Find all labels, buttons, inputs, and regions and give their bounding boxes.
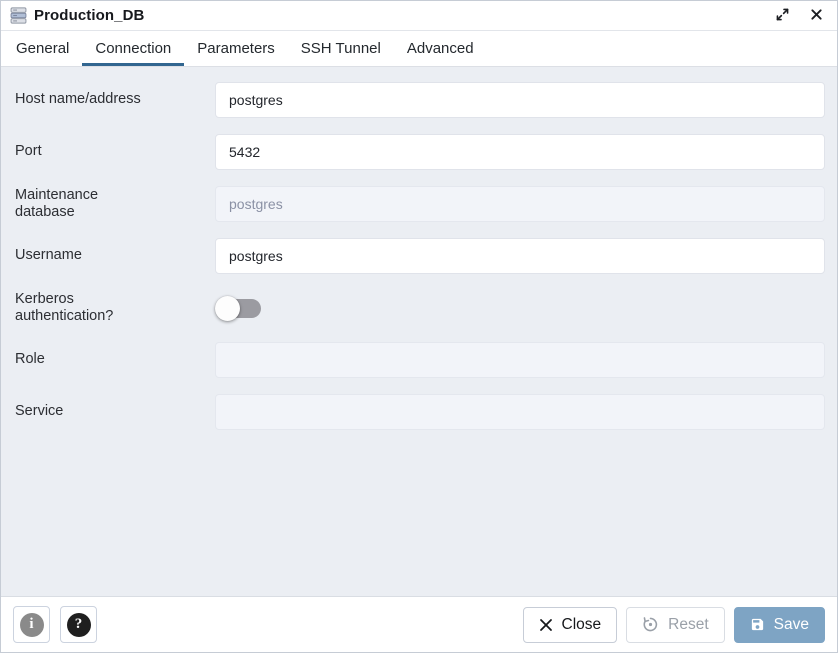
- role-label: Role: [15, 351, 215, 368]
- close-button-label: Close: [562, 616, 602, 634]
- title-bar: Production_DB: [1, 1, 837, 31]
- tab-connection[interactable]: Connection: [82, 31, 184, 66]
- tab-parameters[interactable]: Parameters: [184, 31, 288, 66]
- dialog-title: Production_DB: [34, 7, 773, 24]
- form-row-maintenance-db: Maintenance database: [15, 186, 825, 222]
- info-button[interactable]: i: [13, 606, 50, 643]
- info-icon: i: [20, 613, 44, 637]
- host-label: Host name/address: [15, 91, 215, 108]
- expand-button[interactable]: [773, 5, 792, 27]
- save-button[interactable]: Save: [734, 607, 825, 643]
- dialog-footer: i ? Close: [1, 596, 837, 652]
- footer-left: i ?: [13, 606, 97, 643]
- form-row-port: Port: [15, 134, 825, 170]
- tab-ssh-tunnel[interactable]: SSH Tunnel: [288, 31, 394, 66]
- port-label: Port: [15, 143, 215, 160]
- save-icon: [750, 617, 765, 632]
- form-row-username: Username: [15, 238, 825, 274]
- port-input[interactable]: [215, 134, 825, 170]
- close-x-icon: [539, 618, 553, 632]
- username-input[interactable]: [215, 238, 825, 274]
- connection-form: Host name/address Port Maintenance datab…: [1, 67, 837, 596]
- reset-button-label: Reset: [668, 616, 709, 634]
- save-button-label: Save: [774, 616, 809, 634]
- host-input[interactable]: [215, 82, 825, 118]
- help-icon: ?: [67, 613, 91, 637]
- service-label: Service: [15, 403, 215, 420]
- maintenance-db-input: [215, 186, 825, 222]
- tab-advanced[interactable]: Advanced: [394, 31, 487, 66]
- role-input[interactable]: [215, 342, 825, 378]
- form-row-role: Role: [15, 342, 825, 378]
- reset-button[interactable]: Reset: [626, 607, 725, 643]
- toggle-knob: [215, 296, 240, 321]
- username-label: Username: [15, 247, 215, 264]
- connection-dialog: Production_DB General Con: [0, 0, 838, 653]
- close-icon: [810, 8, 823, 24]
- close-window-button[interactable]: [808, 6, 825, 26]
- kerberos-label: Kerberos authentication?: [15, 291, 215, 325]
- window-controls: [773, 5, 825, 27]
- kerberos-toggle[interactable]: [215, 296, 261, 321]
- tab-bar: General Connection Parameters SSH Tunnel…: [1, 31, 837, 67]
- form-row-host: Host name/address: [15, 82, 825, 118]
- server-stack-icon: [10, 7, 27, 24]
- tab-general[interactable]: General: [3, 31, 82, 66]
- footer-right: Close Reset Save: [523, 607, 825, 643]
- help-button[interactable]: ?: [60, 606, 97, 643]
- service-input[interactable]: [215, 394, 825, 430]
- maintenance-db-label: Maintenance database: [15, 187, 215, 221]
- expand-icon: [775, 7, 790, 25]
- reset-icon: [642, 616, 659, 633]
- form-row-kerberos: Kerberos authentication?: [15, 290, 825, 326]
- form-row-service: Service: [15, 394, 825, 430]
- close-button[interactable]: Close: [523, 607, 618, 643]
